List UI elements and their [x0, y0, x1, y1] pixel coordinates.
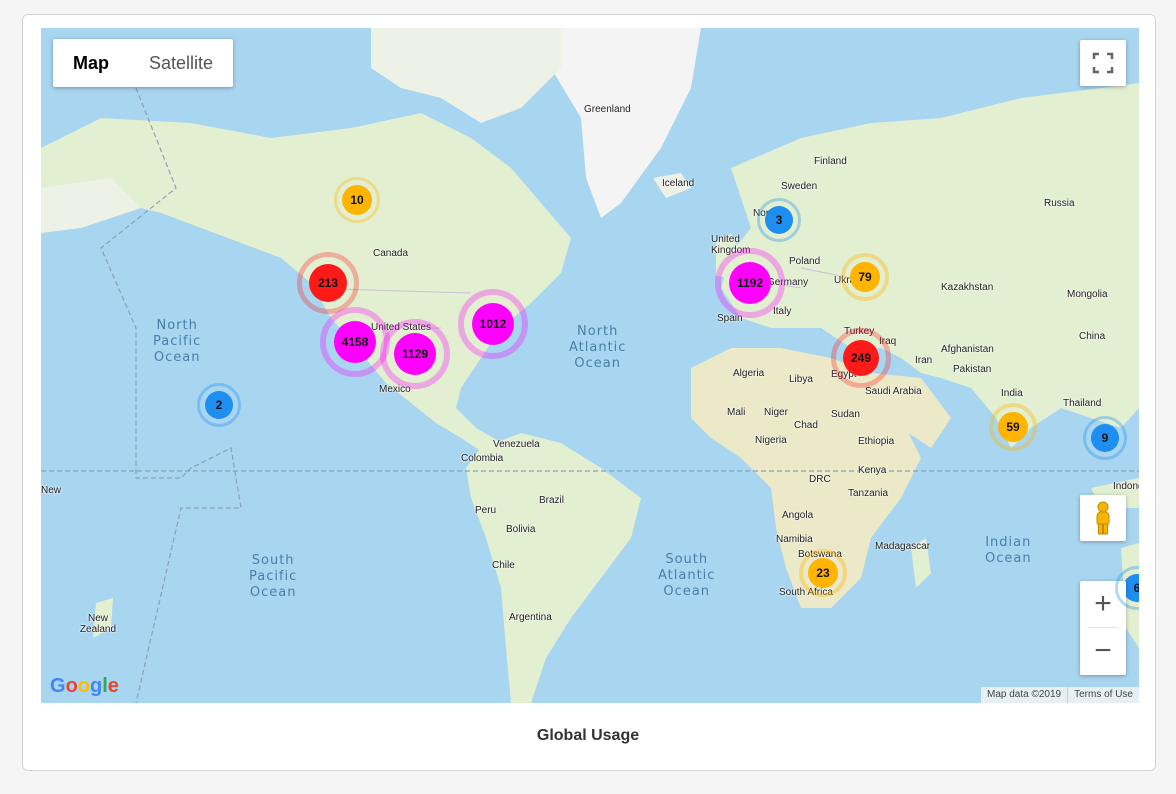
place-label: Greenland — [584, 104, 631, 115]
cluster-marker[interactable]: 9 — [1083, 416, 1127, 460]
place-label: Chad — [794, 420, 818, 431]
cluster-marker[interactable]: 2 — [197, 383, 241, 427]
cluster-marker[interactable]: 10 — [334, 177, 380, 223]
place-label: Iran — [915, 355, 933, 366]
place-label: Finland — [814, 156, 847, 167]
place-label: New — [41, 485, 62, 496]
cluster-marker[interactable]: 213 — [297, 252, 359, 314]
place-label: Russia — [1044, 198, 1075, 209]
place-label: New Zealand — [79, 613, 117, 635]
cluster-marker[interactable]: 6 — [1115, 566, 1139, 610]
place-label: Madagascar — [875, 541, 931, 552]
place-label: Peru — [475, 505, 497, 516]
zoom-out-button[interactable]: − — [1080, 628, 1126, 674]
cluster-marker[interactable]: 249 — [831, 328, 891, 388]
ocean-south-atlantic: South Atlantic Ocean — [658, 552, 716, 599]
cluster-count: 6 — [1133, 581, 1139, 595]
place-label: Algeria — [733, 368, 765, 379]
place-label: Colombia — [461, 453, 504, 464]
place-label: Argentina — [509, 612, 552, 623]
place-label: Kazakhstan — [941, 282, 994, 293]
cluster-marker[interactable]: 1129 — [380, 319, 450, 389]
cluster-count: 2 — [215, 398, 223, 412]
cluster-count: 1192 — [736, 276, 764, 290]
world-map[interactable]: North Pacific Ocean North Atlantic Ocean… — [41, 28, 1139, 703]
place-label: Sweden — [781, 181, 818, 192]
street-view-pegman-button[interactable] — [1080, 495, 1126, 541]
map-type-satellite-button[interactable]: Satellite — [129, 39, 233, 87]
cluster-count: 249 — [850, 351, 872, 365]
place-label: Nigeria — [755, 435, 787, 446]
cluster-marker[interactable]: 59 — [989, 403, 1037, 451]
place-label: Ethiopia — [858, 436, 895, 447]
cluster-count: 1012 — [479, 317, 507, 331]
map-data-text: Map data ©2019 — [987, 689, 1062, 700]
cluster-count: 3 — [775, 213, 783, 227]
ocean-indian: Indian Ocean — [985, 535, 1032, 566]
cluster-count: 1129 — [401, 347, 429, 361]
place-label: Venezuela — [493, 439, 540, 450]
place-label: Chile — [492, 560, 515, 571]
place-label: Mongolia — [1067, 289, 1108, 300]
place-label: Canada — [373, 248, 409, 259]
cluster-count: 9 — [1101, 431, 1109, 445]
place-label: Bolivia — [506, 524, 536, 535]
cluster-marker[interactable]: 4158 — [320, 307, 390, 377]
ocean-south-pacific: South Pacific Ocean — [249, 553, 298, 600]
place-label: Iceland — [662, 178, 695, 189]
place-label: Indonesia — [1113, 481, 1139, 492]
cluster-count: 4158 — [341, 335, 369, 349]
cluster-marker[interactable]: 1192 — [715, 248, 785, 318]
cluster-count: 10 — [350, 193, 364, 207]
google-logo[interactable]: Google — [50, 675, 119, 698]
fullscreen-button[interactable] — [1080, 40, 1126, 86]
cluster-count: 79 — [858, 270, 872, 284]
place-label: DRC — [809, 474, 831, 485]
place-label: Kenya — [858, 465, 887, 476]
place-label: Namibia — [776, 534, 813, 545]
place-label: Tanzania — [848, 488, 889, 499]
cluster-count: 213 — [317, 276, 339, 290]
place-label: Saudi Arabia — [865, 386, 922, 397]
place-label: Pakistan — [953, 364, 992, 375]
cluster-marker[interactable]: 79 — [841, 253, 889, 301]
map-type-map-button[interactable]: Map — [53, 39, 129, 87]
place-label: Afghanistan — [941, 344, 994, 355]
place-label: Thailand — [1063, 398, 1102, 409]
cluster-marker[interactable]: 3 — [757, 198, 801, 242]
place-label: Sudan — [831, 409, 860, 420]
cluster-marker[interactable]: 23 — [799, 549, 847, 597]
map-type-control: Map Satellite — [53, 39, 234, 87]
place-label: India — [1001, 388, 1023, 399]
terms-of-use-link[interactable]: Terms of Use — [1067, 687, 1139, 703]
cluster-count: 23 — [816, 566, 830, 580]
place-label: Italy — [773, 306, 792, 317]
chart-caption: Global Usage — [536, 727, 640, 744]
place-label: Poland — [789, 256, 821, 267]
fullscreen-icon — [1092, 52, 1114, 74]
map-attribution: Map data ©2019 Terms of Use — [981, 687, 1139, 703]
cluster-marker[interactable]: 1012 — [458, 289, 528, 359]
cluster-count: 59 — [1006, 420, 1020, 434]
place-label: Angola — [782, 510, 814, 521]
ocean-north-pacific: North Pacific Ocean — [153, 318, 202, 365]
place-label: China — [1079, 331, 1106, 342]
place-label: Mali — [727, 407, 746, 418]
place-label: Niger — [764, 407, 788, 418]
pegman-icon — [1096, 501, 1110, 535]
ocean-north-atlantic: North Atlantic Ocean — [569, 324, 627, 371]
place-label: Libya — [789, 374, 813, 385]
place-label: Brazil — [539, 495, 565, 506]
